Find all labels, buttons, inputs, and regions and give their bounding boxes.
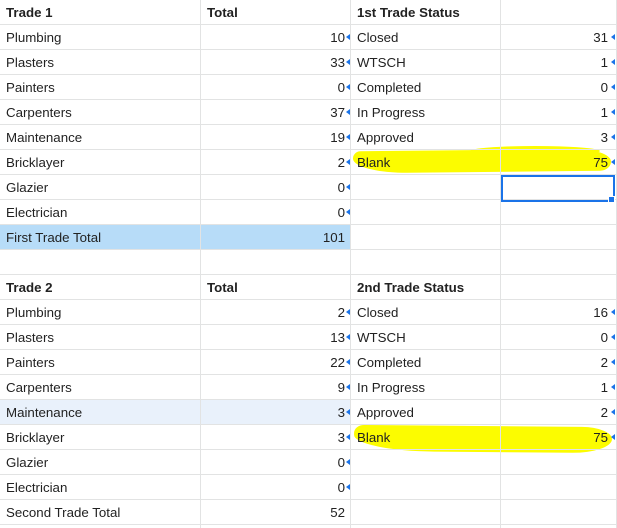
table2-total-cell[interactable]: 0 <box>201 475 351 500</box>
table2-total-cell[interactable]: 22 <box>201 350 351 375</box>
table1-trade-cell[interactable]: Plasters <box>0 50 201 75</box>
note-marker-icon[interactable] <box>611 109 615 115</box>
table1-trade-cell[interactable]: Painters <box>0 75 201 100</box>
table1-status-cell[interactable]: Approved <box>351 125 501 150</box>
note-marker-icon[interactable] <box>346 459 350 465</box>
table2-trade-cell[interactable]: Plasters <box>0 325 201 350</box>
table2-status-cell[interactable]: In Progress <box>351 375 501 400</box>
note-marker-icon[interactable] <box>611 59 615 65</box>
table2-header-total[interactable]: Total <box>201 275 351 300</box>
table2-count-cell[interactable]: 0 <box>501 325 617 350</box>
table1-trade-cell[interactable]: Glazier <box>0 175 201 200</box>
table2-header-trade[interactable]: Trade 2 <box>0 275 201 300</box>
table1-status-cell[interactable]: In Progress <box>351 100 501 125</box>
table1-header-total[interactable]: Total <box>201 0 351 25</box>
table1-header-trade[interactable]: Trade 1 <box>0 0 201 25</box>
table1-status-cell[interactable]: WTSCH <box>351 50 501 75</box>
fill-handle[interactable] <box>608 196 615 203</box>
first-trade-total-label[interactable]: First Trade Total <box>0 225 201 250</box>
note-marker-icon[interactable] <box>346 209 350 215</box>
table2-count-cell[interactable]: 16 <box>501 300 617 325</box>
table2-status-cell[interactable]: Completed <box>351 350 501 375</box>
active-cell-selection[interactable] <box>501 175 615 202</box>
note-marker-icon[interactable] <box>611 134 615 140</box>
second-trade-total-label[interactable]: Second Trade Total <box>0 500 201 525</box>
table1-trade-cell[interactable]: Bricklayer <box>0 150 201 175</box>
note-marker-icon[interactable] <box>346 184 350 190</box>
table1-total-cell[interactable]: 0 <box>201 75 351 100</box>
table2-status-cell[interactable]: Approved <box>351 400 501 425</box>
table2-total-cell[interactable]: 3 <box>201 425 351 450</box>
note-marker-icon[interactable] <box>346 84 350 90</box>
table1-trade-cell[interactable]: Electrician <box>0 200 201 225</box>
table2-total-cell[interactable]: 9 <box>201 375 351 400</box>
table2-total-cell[interactable]: 0 <box>201 450 351 475</box>
spreadsheet-grid[interactable]: Trade 1 Total 1st Trade Status Plumbing … <box>0 0 617 528</box>
table2-trade-cell[interactable]: Electrician <box>0 475 201 500</box>
note-marker-icon[interactable] <box>611 359 615 365</box>
note-marker-icon[interactable] <box>611 409 615 415</box>
table1-header-status[interactable]: 1st Trade Status <box>351 0 501 25</box>
table1-total-cell[interactable]: 33 <box>201 50 351 75</box>
note-marker-icon[interactable] <box>346 359 350 365</box>
note-marker-icon[interactable] <box>346 334 350 340</box>
table1-total-cell[interactable]: 0 <box>201 200 351 225</box>
note-marker-icon[interactable] <box>611 309 615 315</box>
table2-trade-cell[interactable]: Bricklayer <box>0 425 201 450</box>
note-marker-icon[interactable] <box>611 84 615 90</box>
table2-count-cell[interactable]: 75 <box>501 425 617 450</box>
table1-status-cell[interactable]: Closed <box>351 25 501 50</box>
table2-status-cell[interactable]: WTSCH <box>351 325 501 350</box>
note-marker-icon[interactable] <box>611 384 615 390</box>
table1-trade-cell[interactable]: Plumbing <box>0 25 201 50</box>
table2-trade-cell[interactable]: Plumbing <box>0 300 201 325</box>
table1-count-cell[interactable]: 3 <box>501 125 617 150</box>
table2-count-cell[interactable]: 2 <box>501 350 617 375</box>
note-marker-icon[interactable] <box>611 334 615 340</box>
table2-status-cell[interactable]: Blank <box>351 425 501 450</box>
table1-count-cell[interactable]: 1 <box>501 100 617 125</box>
table2-total-cell[interactable]: 2 <box>201 300 351 325</box>
note-marker-icon[interactable] <box>346 484 350 490</box>
note-marker-icon[interactable] <box>611 434 615 440</box>
table1-trade-cell[interactable]: Maintenance <box>0 125 201 150</box>
note-marker-icon[interactable] <box>346 109 350 115</box>
note-marker-icon[interactable] <box>346 309 350 315</box>
note-marker-icon[interactable] <box>346 384 350 390</box>
table2-trade-cell[interactable]: Glazier <box>0 450 201 475</box>
note-marker-icon[interactable] <box>346 159 350 165</box>
note-marker-icon[interactable] <box>346 134 350 140</box>
table1-count-cell[interactable]: 0 <box>501 75 617 100</box>
table1-total-cell[interactable]: 10 <box>201 25 351 50</box>
table2-trade-cell[interactable]: Carpenters <box>0 375 201 400</box>
table1-trade-cell[interactable]: Carpenters <box>0 100 201 125</box>
note-marker-icon[interactable] <box>611 34 615 40</box>
note-marker-icon[interactable] <box>346 34 350 40</box>
note-marker-icon[interactable] <box>346 434 350 440</box>
table1-count-cell[interactable]: 75 <box>501 150 617 175</box>
table1-total-cell[interactable]: 19 <box>201 125 351 150</box>
first-trade-total-value[interactable]: 101 <box>201 225 351 250</box>
note-marker-icon[interactable] <box>346 409 350 415</box>
table1-total-cell[interactable]: 0 <box>201 175 351 200</box>
note-marker-icon[interactable] <box>611 159 615 165</box>
table2-total-cell[interactable]: 13 <box>201 325 351 350</box>
table1-total-cell[interactable]: 2 <box>201 150 351 175</box>
table1-total-cell[interactable]: 37 <box>201 100 351 125</box>
table2-status-cell[interactable]: Closed <box>351 300 501 325</box>
table2-total-cell[interactable]: 3 <box>201 400 351 425</box>
table1-count-cell[interactable]: 31 <box>501 25 617 50</box>
table2-count-cell[interactable]: 2 <box>501 400 617 425</box>
second-trade-total-value[interactable]: 52 <box>201 500 351 525</box>
table1-status-cell[interactable]: Completed <box>351 75 501 100</box>
table1-status-cell[interactable]: Blank <box>351 150 501 175</box>
table2-trade-cell[interactable]: Maintenance <box>0 400 201 425</box>
table1-count-cell[interactable]: 1 <box>501 50 617 75</box>
table2-trade-cell[interactable]: Painters <box>0 350 201 375</box>
note-marker-icon[interactable] <box>346 59 350 65</box>
table2-count-cell[interactable]: 1 <box>501 375 617 400</box>
table2-header-status[interactable]: 2nd Trade Status <box>351 275 501 300</box>
